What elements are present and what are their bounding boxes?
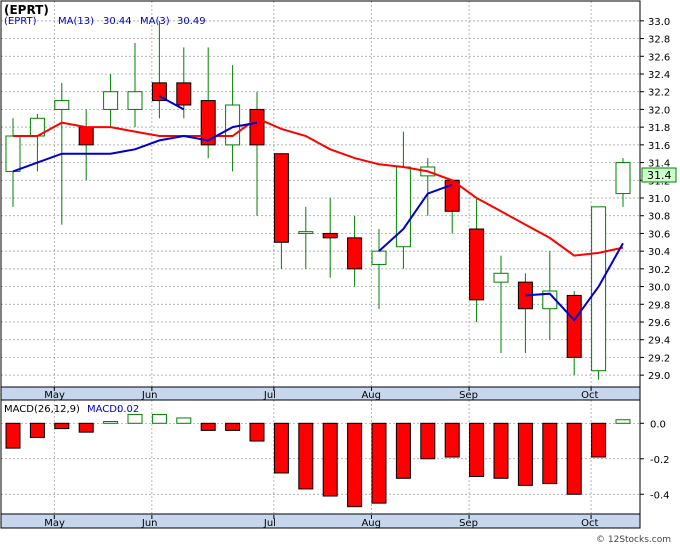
price-tick-label: 32.6 [648,52,670,63]
macd-bar [615,419,631,424]
candle-body [566,294,582,358]
macd-bar [347,422,363,508]
candle-body [322,232,338,239]
macd-value-label: MACD: [87,404,120,415]
macd-bar [542,422,558,485]
date-label: Jul [263,518,276,529]
macd-bar [298,422,314,490]
stock-chart: 29.0 29.2 29.4 29.6 29.8 30.0 30.2 30.4 30.6 30.8… [0,0,680,546]
date-label: Aug [361,390,381,401]
date-label: Oct [581,390,598,401]
candle-body [249,108,265,146]
macd-bar [371,422,387,504]
ticker-title: (EPRT) [4,3,49,17]
macd-bar [54,422,70,430]
price-tick-label: 32.8 [648,35,670,46]
macd-bar [29,422,45,438]
candle-body [273,153,289,243]
price-tick-label: 32.2 [648,88,670,99]
macd-value: 0.02 [117,404,139,415]
price-tick-label: 30.6 [648,229,670,240]
date-label: Jun [141,518,158,529]
price-tick-label: 29.4 [648,336,670,347]
macd-tick-label: -0.2 [650,455,670,466]
candle-body [103,91,119,110]
macd-bar [127,413,143,424]
price-tick-label: 31.8 [648,123,670,134]
price-tick-label: 29.2 [648,353,670,364]
macd-tick-label: 0.0 [650,419,666,430]
last-price-value: 31.4 [647,169,672,182]
ma3-value: 30.49 [177,16,206,27]
macd-bar [200,422,216,431]
candle-body [78,126,94,146]
date-axis-band [0,386,641,401]
legend-ticker: (EPRT) [4,16,37,27]
price-tick-label: 31.0 [648,194,670,205]
macd-bar [493,422,509,479]
candle-body [371,250,387,265]
macd-bar [469,422,485,478]
price-tick-label: 30.2 [648,265,670,276]
date-label: May [44,518,65,529]
macd-bar [273,422,289,474]
candle-body [298,231,314,234]
macd-bar [151,413,167,424]
macd-bar [249,422,265,442]
candle-body [225,104,241,146]
price-tick-label: 29.8 [648,300,670,311]
price-tick-label: 33.0 [648,17,670,28]
macd-bar [78,422,94,433]
ma13-value: 30.44 [103,16,132,27]
macd-bar [322,422,338,497]
date-label: Aug [361,518,381,529]
macd-tick-label: -0.4 [650,490,670,501]
macd-bar [5,422,21,449]
candle-body [469,228,485,301]
candle-body [176,82,192,106]
candle-body [127,91,143,110]
price-tick-label: 30.0 [648,283,670,294]
candle-body [493,272,509,283]
price-tick-label: 30.4 [648,247,670,258]
candle-body [615,162,631,195]
macd-bar [225,422,241,431]
bottom-date-axis-band [0,513,641,529]
date-label: May [44,390,65,401]
macd-bar [566,422,582,495]
date-label: Sep [459,390,478,401]
price-tick-label: 32.4 [648,70,670,81]
macd-bar [103,421,119,424]
macd-bar [420,422,436,460]
price-tick-label: 30.8 [648,212,670,223]
ma13-label: MA(13) [58,16,94,27]
date-label: Jun [141,390,158,401]
macd-bar [176,417,192,424]
candle-body [591,206,607,372]
ma3-label: MA(3) [140,16,170,27]
watermark: © 12Stocks.com [596,535,671,545]
candle-body [5,135,21,172]
candle-body [347,237,363,270]
macd-bar [591,422,607,458]
price-tick-label: 32.0 [648,105,670,116]
price-tick-label: 29.0 [648,371,670,382]
price-tick-label: 29.6 [648,318,670,329]
macd-bar [395,422,411,479]
price-tick-label: 31.6 [648,141,670,152]
macd-bar [444,422,460,458]
macd-bar [517,422,533,486]
date-label: Oct [581,518,598,529]
date-label: Jul [263,390,276,401]
candle-body [54,100,70,110]
macd-title: MACD(26,12,9) [4,404,80,415]
date-label: Sep [459,518,478,529]
